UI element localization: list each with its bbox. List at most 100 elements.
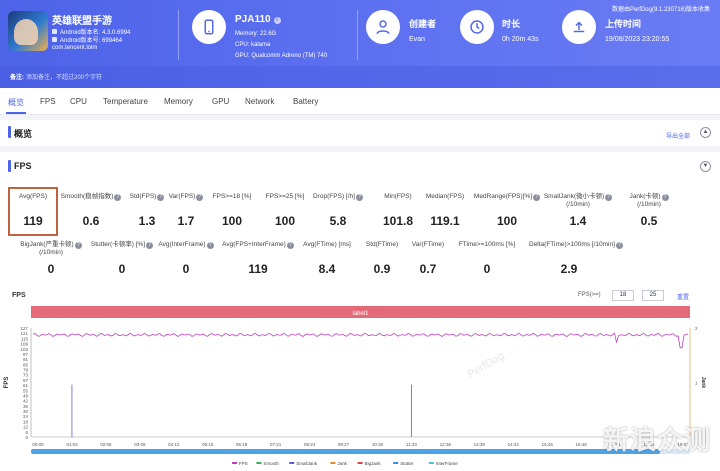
y2-tick-label: 2 <box>695 326 698 331</box>
tab-bar: 概览 FPS CPU Temperature Memory GPU Networ… <box>0 88 720 115</box>
duration-value: 0h 20m 43s <box>502 36 539 43</box>
x-tick-label: 10:30 <box>372 442 384 447</box>
y-tick-label: 67 <box>23 378 29 383</box>
y-tick-label: 127 <box>20 326 28 331</box>
stat-label-unit: (/10min) <box>566 201 590 208</box>
creator-label: 创建者 <box>409 19 437 29</box>
stat-label-unit: (/10min) <box>637 201 661 208</box>
x-tick-label: 09:27 <box>338 442 350 447</box>
device-memory: Memory: 22.6G <box>235 31 277 37</box>
x-tick-label: 15:45 <box>542 442 554 447</box>
legend-item: BigJank <box>365 461 382 466</box>
legend-item: Stutter <box>400 461 414 466</box>
chevron-down-icon[interactable]: ▼ <box>700 161 711 172</box>
x-tick-label: 07:21 <box>270 442 282 447</box>
y-tick-label: 61 <box>23 383 29 388</box>
android-code: Android版本号: 699464 <box>52 35 122 44</box>
info-icon[interactable]: i <box>273 17 281 24</box>
stat-0: BigJank(严重卡顿)? (/10min) 0 <box>11 241 91 276</box>
y-tick-label: 18 <box>23 419 29 424</box>
y-tick-label: 103 <box>20 347 28 352</box>
overview-panel: 概览 导出全部 ▲ <box>0 120 720 146</box>
x-tick-label: 13:39 <box>474 442 486 447</box>
y-tick-label: 109 <box>20 342 28 347</box>
report-header: 英雄联盟手游 Android版本名: 4.3.0.6994 Android版本号… <box>0 0 720 88</box>
app-icon <box>8 11 48 51</box>
help-icon[interactable]: ? <box>661 194 669 201</box>
section-accent <box>8 160 11 172</box>
y-tick-label: 55 <box>23 388 29 393</box>
device-cpu: CPU: kalama <box>235 42 271 48</box>
x-tick-label: 08:24 <box>304 442 316 447</box>
y-tick-label: 115 <box>21 336 29 341</box>
chevron-up-icon[interactable]: ▲ <box>700 127 711 138</box>
app-name: 英雄联盟手游 <box>52 16 112 27</box>
phone-icon <box>192 10 226 44</box>
help-icon[interactable]: ? <box>74 242 82 249</box>
stat-label: Avg(FPS+InterFrame)? <box>218 241 298 249</box>
perfdog-version-note: 数据由PerfDog(9.1.230716)版本收集 <box>611 7 710 13</box>
android-icon <box>52 29 57 34</box>
y-tick-label: 121 <box>20 331 28 336</box>
tab-fps[interactable]: FPS <box>40 97 56 106</box>
y-tick-label: 91 <box>23 357 29 362</box>
tab-memory[interactable]: Memory <box>164 97 193 106</box>
y2-axis-label: Jank <box>700 377 706 389</box>
stat-value: 0 <box>47 262 55 276</box>
stat-label: Jank(卡顿)? <box>609 193 689 201</box>
divider <box>357 10 358 60</box>
y-tick-label: 0 <box>25 435 28 440</box>
y-tick-label: 49 <box>23 393 29 398</box>
note-input[interactable]: 添加备注，不超过200个字符 <box>26 72 102 81</box>
y-tick-label: 79 <box>23 368 29 373</box>
legend-swatch <box>232 462 237 464</box>
y-tick-label: 42 <box>23 399 29 404</box>
stat-value: 2.9 <box>560 262 578 276</box>
stat-2: Avg(InterFrame)? 0 <box>146 241 226 276</box>
help-icon[interactable]: ? <box>206 242 214 249</box>
y-tick-label: 30 <box>23 409 29 414</box>
avg-fps-highlight <box>8 187 58 236</box>
fps-threshold-label: FPS(>=) <box>578 292 601 298</box>
tab-overview[interactable]: 概览 <box>6 97 26 114</box>
x-tick-label: 04:12 <box>168 442 180 447</box>
user-icon <box>366 10 400 44</box>
upload-value: 19/08/2023 23:20:55 <box>605 36 670 43</box>
legend-swatch <box>256 462 262 464</box>
stat-10: SmallJank(微小卡顿)? (/10min) 1.4 <box>538 193 618 228</box>
tab-gpu[interactable]: GPU <box>212 97 229 106</box>
stat-label: BigJank(严重卡顿)? <box>11 241 91 249</box>
stat-label-unit: (/10min) <box>39 249 63 256</box>
upload-label: 上传时间 <box>605 19 642 29</box>
legend-swatch <box>393 462 399 464</box>
section-accent <box>8 126 11 138</box>
tab-network[interactable]: Network <box>245 97 274 106</box>
stat-3: Avg(FPS+InterFrame)? 119 <box>218 241 298 276</box>
fps-series-line <box>32 332 689 349</box>
android-icon <box>52 37 57 42</box>
x-tick-label: 12:36 <box>440 442 452 447</box>
tab-battery[interactable]: Battery <box>293 97 318 106</box>
legend-swatch <box>357 462 363 464</box>
legend-item: InterFrame <box>436 461 459 466</box>
legend-item: SmallJank <box>296 461 318 466</box>
export-all-link[interactable]: 导出全部 <box>666 131 690 140</box>
package-name: com.tencent.lolm <box>52 45 98 51</box>
stat-label: Delta(FTime)>100ms [/10min]? <box>529 241 623 249</box>
stat-label: SmallJank(微小卡顿)? <box>538 193 618 201</box>
help-icon[interactable]: ? <box>615 242 623 249</box>
legend-item: Smooth <box>263 461 279 466</box>
y-tick-label: 73 <box>23 373 29 378</box>
overview-title: 概览 <box>14 129 33 139</box>
stat-value: 119 <box>248 262 268 276</box>
label-bar-text: label1 <box>352 311 369 317</box>
y-tick-label: 24 <box>23 414 29 419</box>
y-tick-label: 85 <box>23 362 29 367</box>
clock-icon <box>460 10 494 44</box>
tab-temperature[interactable]: Temperature <box>103 97 148 106</box>
tab-cpu[interactable]: CPU <box>70 97 87 106</box>
stat-value: 0 <box>182 262 190 276</box>
y-tick-label: 97 <box>23 352 29 357</box>
stat-label: Avg(InterFrame)? <box>146 241 226 249</box>
x-tick-label: 01:03 <box>66 442 78 447</box>
